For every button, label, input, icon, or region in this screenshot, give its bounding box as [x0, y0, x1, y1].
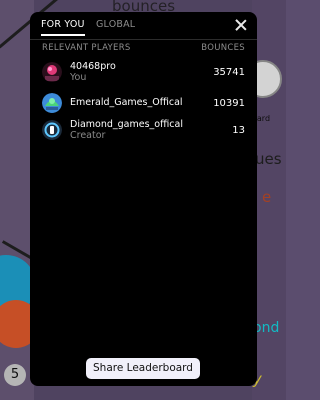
- leaderboard-row[interactable]: Diamond_games_offical Creator 13: [30, 118, 257, 144]
- tab-for-you[interactable]: FOR YOU: [41, 19, 85, 36]
- close-icon[interactable]: [234, 18, 248, 32]
- avatar: [42, 120, 62, 140]
- player-subtitle: Creator: [70, 130, 106, 141]
- column-header-bounces: BOUNCES: [201, 43, 245, 53]
- tabs-divider: [30, 39, 257, 40]
- bounce-count: 13: [232, 125, 245, 136]
- leaderboard-row[interactable]: Emerald_Games_Offical 10391: [30, 91, 257, 117]
- tab-global[interactable]: GLOBAL: [96, 19, 135, 34]
- player-name: Diamond_games_offical: [70, 119, 183, 130]
- leaderboard-modal: FOR YOU GLOBAL RELEVANT PLAYERS BOUNCES …: [30, 12, 257, 386]
- column-header-players: RELEVANT PLAYERS: [42, 43, 131, 53]
- player-name: Emerald_Games_Offical: [70, 97, 183, 108]
- bounce-count: 10391: [213, 98, 245, 109]
- avatar: [42, 62, 62, 82]
- player-name: 40468pro: [70, 61, 116, 72]
- bounce-count: 35741: [213, 67, 245, 78]
- share-leaderboard-button[interactable]: Share Leaderboard: [86, 358, 200, 379]
- leaderboard-tabs: FOR YOU GLOBAL: [30, 12, 257, 39]
- avatar: [42, 93, 62, 113]
- player-subtitle: You: [70, 72, 87, 83]
- leaderboard-row[interactable]: 40468pro You 35741: [30, 60, 257, 86]
